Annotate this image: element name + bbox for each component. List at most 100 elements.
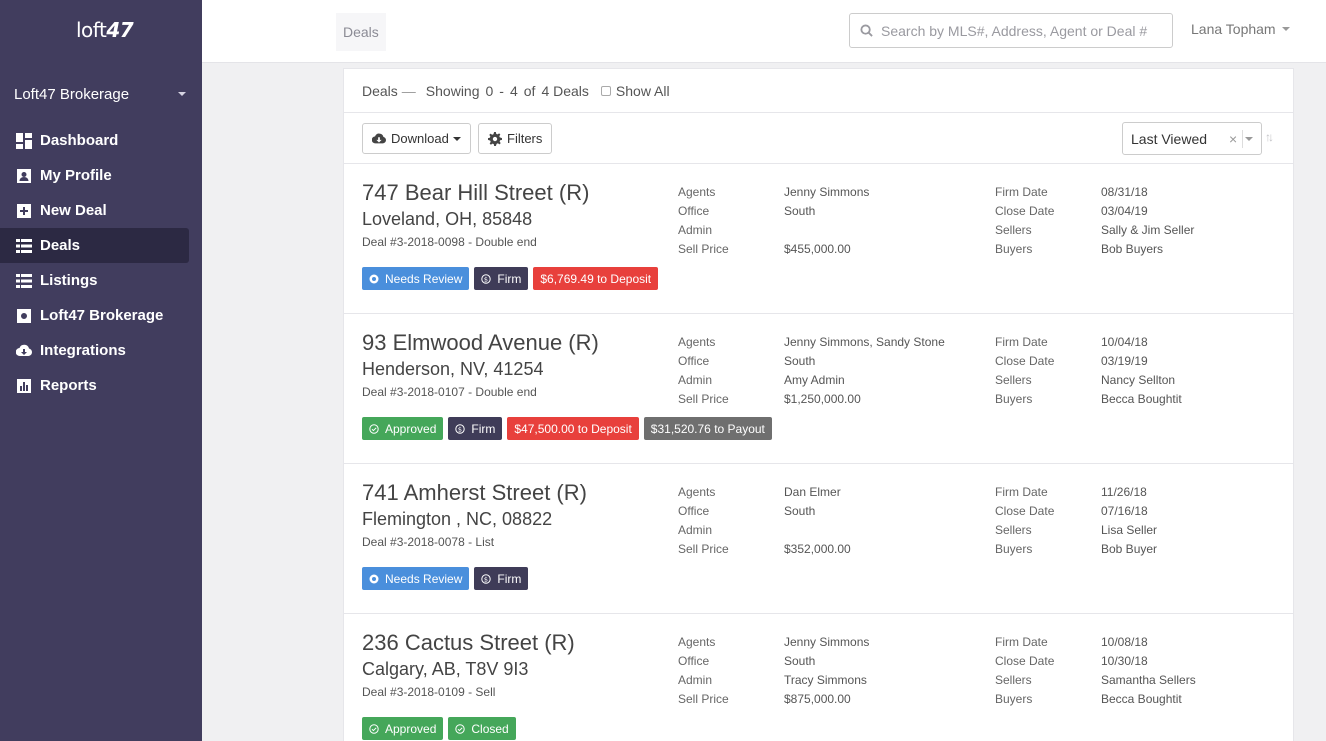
status-badge: $ Firm — [474, 567, 529, 590]
sellers-value: Lisa Seller — [1101, 523, 1158, 537]
deal-labels-left: Agents Office Admin Sell Price — [678, 183, 729, 259]
admin-value: ​ — [784, 221, 869, 240]
svg-text:$: $ — [458, 425, 462, 433]
deal-address[interactable]: 93 Elmwood Avenue (R) — [362, 330, 599, 356]
sell-price-value: $875,000.00 — [784, 692, 851, 706]
sellers-label: Sellers — [995, 223, 1032, 237]
showing-label: Showing — [425, 82, 480, 99]
showing-to: 4 — [509, 82, 518, 99]
agents-value: Jenny Simmons — [784, 635, 870, 649]
buyers-label: Buyers — [995, 392, 1033, 406]
sidebar-nav: Dashboard My Profile New Deal Deals List… — [0, 123, 202, 403]
badge-label: Firm — [497, 271, 522, 286]
agents-value: Jenny Simmons — [784, 185, 870, 199]
clear-icon[interactable]: × — [1229, 131, 1237, 147]
sort-direction-icon[interactable]: ↑↓ — [1265, 130, 1274, 144]
download-button[interactable]: Download — [362, 123, 471, 154]
buyers-value: Becca Boughtit — [1101, 392, 1182, 406]
deal-address[interactable]: 236 Cactus Street (R) — [362, 630, 575, 656]
check-circle-icon — [369, 723, 385, 734]
sort-value: Last Viewed — [1131, 130, 1208, 147]
sidebar-item-new-deal[interactable]: New Deal — [0, 193, 189, 228]
search-box[interactable] — [849, 13, 1173, 48]
chevron-down-icon — [1245, 137, 1253, 141]
show-all-checkbox[interactable] — [600, 85, 611, 96]
status-badge: Approved — [362, 717, 444, 740]
dot-icon — [369, 574, 385, 584]
brokerage-selector[interactable]: Loft47 Brokerage — [14, 84, 190, 104]
showing-of: of — [523, 82, 536, 99]
sidebar-item-my-profile[interactable]: My Profile — [0, 158, 189, 193]
status-badges: Approved Closed — [362, 717, 516, 740]
status-badges: Needs Review $ Firm $6,769.49 to Deposit — [362, 267, 659, 290]
status-badge: $ Firm — [448, 417, 503, 440]
admin-label: Admin — [678, 223, 713, 237]
buyers-value: Becca Boughtit — [1101, 692, 1182, 706]
badge-label: Needs Review — [385, 271, 463, 286]
agents-value: Dan Elmer — [784, 485, 841, 499]
admin-label: Admin — [678, 373, 713, 387]
status-badge: $6,769.49 to Deposit — [533, 267, 659, 290]
search-icon — [860, 24, 873, 37]
sidebar-item-label: Deals — [40, 237, 81, 254]
deal-row[interactable]: 741 Amherst Street (R) Flemington , NC, … — [344, 464, 1293, 614]
office-label: Office — [678, 204, 710, 218]
cloud-download-icon — [372, 133, 386, 143]
badge-label: $31,520.76 to Payout — [650, 421, 765, 436]
office-value: South — [784, 354, 816, 368]
sidebar-item-integrations[interactable]: Integrations — [0, 333, 189, 368]
list-icon — [16, 238, 32, 254]
plus-square-icon — [16, 203, 32, 219]
sidebar-item-brokerage[interactable]: Loft47 Brokerage — [0, 298, 189, 333]
agents-label: Agents — [678, 185, 716, 199]
close-date-value: 10/30/18 — [1101, 654, 1148, 668]
title-separator: — — [401, 82, 416, 99]
filters-button[interactable]: Filters — [478, 123, 553, 154]
firm-date-label: Firm Date — [995, 335, 1048, 349]
user-menu[interactable]: Lana Topham — [1191, 21, 1290, 37]
deal-row[interactable]: 236 Cactus Street (R) Calgary, AB, T8V 9… — [344, 614, 1293, 741]
sellers-label: Sellers — [995, 523, 1032, 537]
deal-labels-right: Firm Date Close Date Sellers Buyers — [995, 333, 1054, 409]
close-date-label: Close Date — [995, 204, 1055, 218]
logo[interactable]: loft47 — [76, 18, 134, 42]
deal-row[interactable]: 93 Elmwood Avenue (R) Henderson, NV, 412… — [344, 314, 1293, 464]
top-bar: Deals Lana Topham — [202, 0, 1326, 63]
sidebar-item-deals[interactable]: Deals — [0, 228, 189, 263]
close-date-label: Close Date — [995, 354, 1055, 368]
dashboard-icon — [16, 132, 32, 149]
sidebar-item-dashboard[interactable]: Dashboard — [0, 123, 189, 158]
show-all-label[interactable]: Show All — [616, 83, 670, 99]
firm-date-value: 11/26/18 — [1101, 485, 1147, 499]
list-icon — [16, 273, 32, 289]
breadcrumb[interactable]: Deals — [336, 13, 386, 51]
deal-list: 747 Bear Hill Street (R) Loveland, OH, 8… — [344, 164, 1293, 741]
admin-label: Admin — [678, 673, 713, 687]
sell-price-value: $352,000.00 — [784, 542, 851, 556]
deal-row[interactable]: 747 Bear Hill Street (R) Loveland, OH, 8… — [344, 164, 1293, 314]
admin-label: Admin — [678, 523, 713, 537]
search-input[interactable] — [881, 22, 1156, 39]
check-circle-icon — [369, 423, 385, 434]
sell-price-value: $1,250,000.00 — [784, 392, 861, 406]
deals-toolbar: Download Filters Last Viewed × ↑↓ — [344, 113, 1293, 164]
buyers-label: Buyers — [995, 242, 1033, 256]
status-badge: Closed — [448, 717, 516, 740]
sidebar-item-label: Dashboard — [40, 132, 119, 149]
deal-values-right: 10/08/18 10/30/18 Samantha Sellers Becca… — [1101, 633, 1196, 709]
deal-address[interactable]: 741 Amherst Street (R) — [362, 480, 587, 506]
sort-select[interactable]: Last Viewed × — [1122, 122, 1262, 155]
sidebar-item-reports[interactable]: Reports — [0, 368, 189, 403]
badge-label: $47,500.00 to Deposit — [514, 421, 632, 436]
agents-label: Agents — [678, 335, 716, 349]
firm-date-label: Firm Date — [995, 185, 1048, 199]
firm-date-label: Firm Date — [995, 635, 1048, 649]
deal-address[interactable]: 747 Bear Hill Street (R) — [362, 180, 589, 206]
chevron-down-icon — [452, 136, 461, 141]
filters-label: Filters — [507, 131, 543, 146]
sidebar-item-listings[interactable]: Listings — [0, 263, 189, 298]
bar-chart-icon — [16, 378, 32, 394]
status-badge: Needs Review — [362, 567, 470, 590]
sidebar-item-label: Loft47 Brokerage — [40, 307, 164, 324]
close-date-value: 07/16/18 — [1101, 504, 1148, 518]
